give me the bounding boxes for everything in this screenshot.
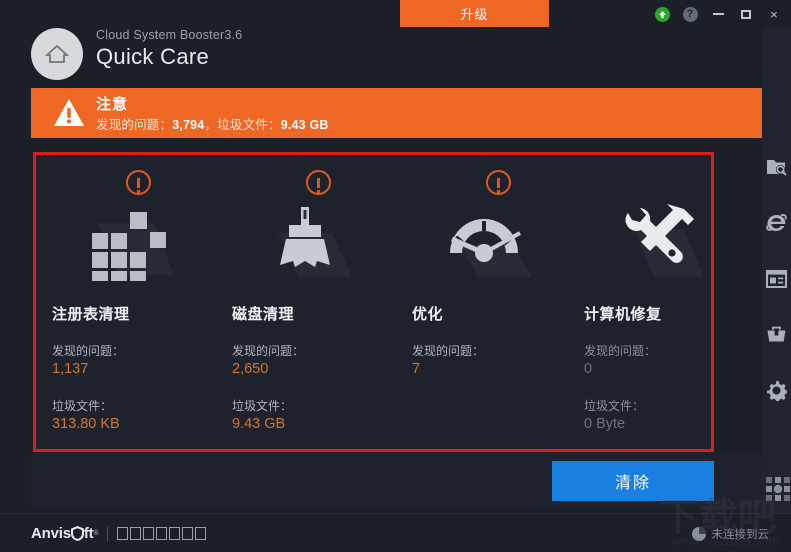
card-junk-stat: 垃圾文件： 0 Byte <box>584 398 644 434</box>
card-issues-label: 发现的问题： <box>52 344 125 358</box>
tofu-glyph <box>182 527 194 540</box>
banner-subtitle: 发现的问题：3,794，垃圾文件：9.43 GB <box>96 114 329 133</box>
card-issues-value: 1,137 <box>52 361 89 377</box>
card-junk-label: 垃圾文件： <box>232 399 293 413</box>
right-sidebar <box>762 28 791 513</box>
home-button[interactable] <box>31 28 83 80</box>
clear-button[interactable]: 清除 <box>552 461 714 501</box>
card-issues-value: 7 <box>412 361 421 377</box>
internet-explorer-icon <box>766 213 787 231</box>
card-disk-clean[interactable]: 磁盘清理 发现的问题： 2,650 垃圾文件： 9.43 GB <box>216 155 396 449</box>
page-title: Quick Care <box>96 44 210 69</box>
sidebar-item-toolbox[interactable] <box>762 320 791 349</box>
card-issues-label: 发现的问题： <box>232 344 305 358</box>
card-issues-stat: 发现的问题： 0 <box>584 343 656 379</box>
card-junk-stat: 垃圾文件： 313.80 KB <box>52 398 120 434</box>
banner-separator: ，垃圾文件： <box>204 118 281 132</box>
app-name: Cloud System Booster3.6 <box>96 28 243 42</box>
cloud-status[interactable]: 未连接到云 <box>691 526 770 542</box>
upgrade-arrow-button[interactable] <box>649 1 675 27</box>
card-issues-label: 发现的问题： <box>584 344 657 358</box>
tofu-glyph <box>156 527 168 540</box>
maximize-icon <box>741 9 751 19</box>
home-icon <box>45 44 69 63</box>
sidebar-item-settings[interactable] <box>762 376 791 405</box>
warning-triangle-icon <box>54 99 84 126</box>
banner-junk-value: 9.43 GB <box>280 118 329 132</box>
toolbox-icon <box>767 326 786 341</box>
brand-divider <box>107 526 109 541</box>
card-issues-stat: 发现的问题： 2,650 <box>232 343 304 379</box>
tofu-glyph <box>130 527 142 540</box>
app-window: 升级 ? × Cloud System Booster3.6 Quick Car… <box>0 0 791 552</box>
brand-trademark: ® <box>93 530 99 537</box>
cards-row: 注册表清理 发现的问题： 1,137 垃圾文件： 313.80 KB 磁盘清理 … <box>36 155 711 449</box>
card-junk-label: 垃圾文件： <box>52 399 113 413</box>
card-title: 计算机修复 <box>584 306 662 323</box>
question-mark-icon: ? <box>682 6 698 22</box>
footer-bar: Anvis ft ® 未连接到云 <box>0 513 791 552</box>
tofu-glyph <box>117 527 129 540</box>
card-issues-value: 2,650 <box>232 361 269 377</box>
brand-logo: Anvis ft ® <box>31 525 207 542</box>
brand-tagline-tofu <box>117 527 207 540</box>
card-issues-value: 0 <box>584 361 593 377</box>
card-optimize[interactable]: 优化 发现的问题： 7 <box>396 155 568 449</box>
card-junk-value: 313.80 KB <box>52 416 120 432</box>
card-junk-stat: 垃圾文件： 9.43 GB <box>232 398 292 434</box>
brand-text-head: Anvis <box>31 525 71 542</box>
card-registry-clean[interactable]: 注册表清理 发现的问题： 1,137 垃圾文件： 313.80 KB <box>36 155 216 449</box>
action-bar: 清除 <box>31 452 762 510</box>
help-button[interactable]: ? <box>677 1 703 27</box>
card-computer-repair[interactable]: 计算机修复 发现的问题： 0 垃圾文件： 0 Byte <box>568 155 711 449</box>
news-article-icon <box>766 269 787 288</box>
banner-issues-label: 发现的问题： <box>96 118 173 132</box>
close-icon: × <box>770 6 778 22</box>
gear-icon <box>767 380 787 401</box>
up-arrow-icon <box>654 6 670 22</box>
speedometer-icon <box>450 219 532 277</box>
banner-title: 注意 <box>96 96 129 113</box>
cloud-status-label: 未连接到云 <box>711 529 770 541</box>
tofu-glyph <box>169 527 181 540</box>
upgrade-button[interactable]: 升级 <box>400 0 549 27</box>
tofu-glyph <box>143 527 155 540</box>
card-issues-stat: 发现的问题： 7 <box>412 343 484 379</box>
card-title: 磁盘清理 <box>232 306 295 323</box>
shield-icon <box>70 526 84 541</box>
alert-icon <box>306 170 331 195</box>
banner-issues-value: 3,794 <box>172 118 205 132</box>
minimize-icon <box>712 13 724 15</box>
broom-icon <box>278 207 352 277</box>
brand-name: Anvis ft ® <box>31 525 99 542</box>
alert-icon <box>126 170 151 195</box>
apps-grid-icon[interactable] <box>766 477 790 501</box>
results-panel: 注册表清理 发现的问题： 1,137 垃圾文件： 313.80 KB 磁盘清理 … <box>33 152 714 452</box>
folder-search-icon <box>767 159 787 176</box>
tofu-glyph <box>195 527 207 540</box>
minimize-button[interactable] <box>705 1 731 27</box>
card-title: 优化 <box>412 306 444 323</box>
sidebar-item-news[interactable] <box>762 264 791 293</box>
card-title: 注册表清理 <box>52 306 130 323</box>
close-button[interactable]: × <box>761 1 787 27</box>
window-controls: ? × <box>649 0 787 28</box>
wrench-hammer-icon <box>625 204 704 277</box>
title-bar: 升级 ? × <box>0 0 791 28</box>
page-header: Cloud System Booster3.6 Quick Care <box>0 28 791 86</box>
card-issues-label: 发现的问题： <box>412 344 485 358</box>
sidebar-item-scan[interactable] <box>762 152 791 181</box>
card-junk-label: 垃圾文件： <box>584 399 645 413</box>
cloud-status-icon <box>691 527 706 541</box>
card-junk-value: 0 Byte <box>584 416 626 432</box>
alert-icon <box>486 170 511 195</box>
registry-blocks-icon <box>92 212 174 281</box>
sidebar-item-browser[interactable] <box>762 208 791 237</box>
warning-banner: 注意 发现的问题：3,794，垃圾文件：9.43 GB <box>31 88 762 138</box>
card-junk-value: 9.43 GB <box>232 416 286 432</box>
brand-text-tail: ft <box>83 525 94 542</box>
card-issues-stat: 发现的问题： 1,137 <box>52 343 124 379</box>
maximize-button[interactable] <box>733 1 759 27</box>
